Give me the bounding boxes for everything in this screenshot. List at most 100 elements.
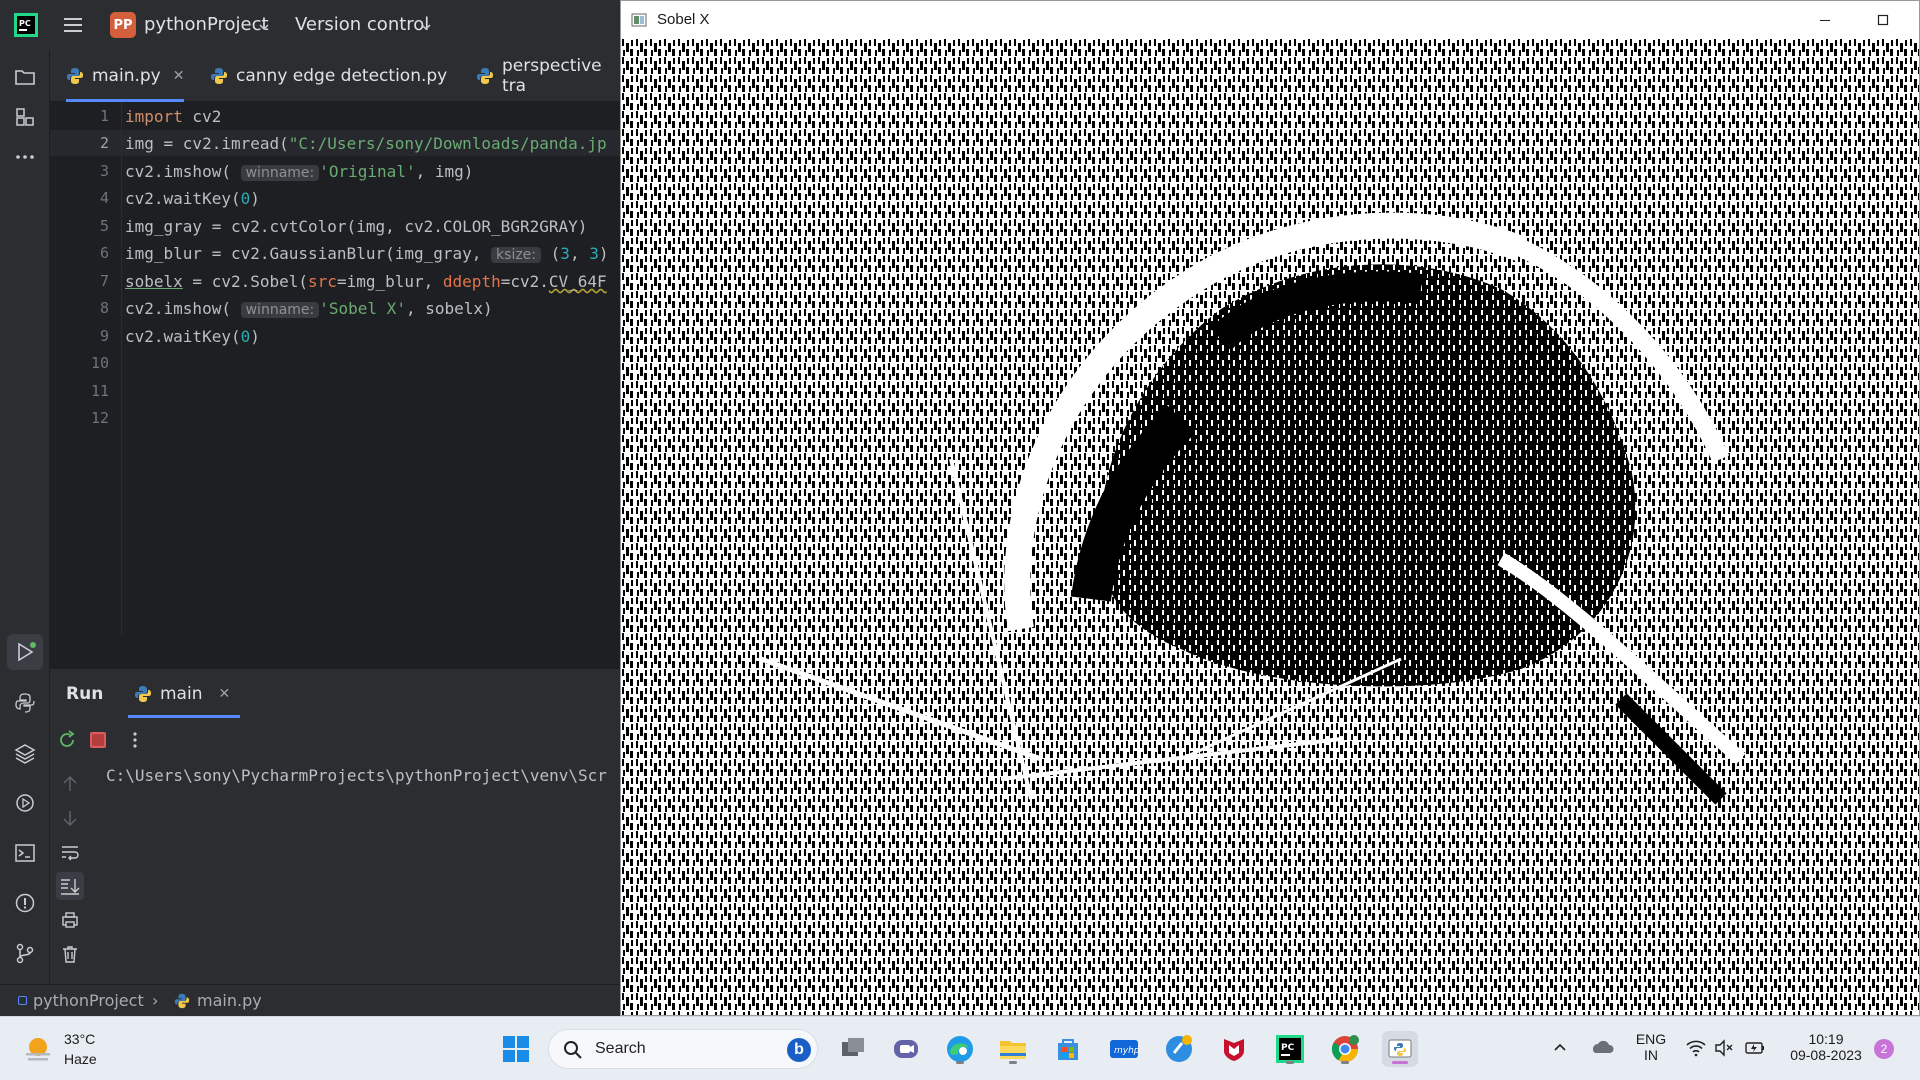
weather-haze-icon[interactable]	[22, 1033, 54, 1065]
python-window-icon[interactable]	[1382, 1031, 1418, 1067]
git-branch-icon[interactable]	[10, 938, 40, 968]
clock[interactable]: 10:19 09-08-2023	[1780, 1031, 1872, 1063]
file-explorer-icon[interactable]	[995, 1031, 1031, 1067]
layers-icon[interactable]	[10, 738, 40, 768]
project-name[interactable]: pythonProject	[144, 14, 269, 35]
folder-icon[interactable]	[10, 62, 40, 92]
task-view-icon[interactable]	[835, 1031, 871, 1067]
arrow-up-icon[interactable]	[60, 774, 80, 798]
clock-time: 10:19	[1808, 1031, 1844, 1047]
run-console[interactable]: C:\Users\sony\PycharmProjects\pythonProj…	[92, 760, 620, 984]
close-icon[interactable]: ✕	[173, 68, 185, 84]
breadcrumb-file[interactable]: main.py	[197, 991, 262, 1010]
chevron-up-icon[interactable]	[1552, 1039, 1568, 1060]
active-indicator	[1392, 1061, 1408, 1064]
breadcrumb-project[interactable]: pythonProject	[33, 991, 144, 1010]
parameter-hint: ksize:	[491, 247, 542, 263]
code-token: cv2.imshow(	[125, 299, 231, 318]
weather-description[interactable]: Haze	[64, 1051, 97, 1067]
tab-label: canny edge detection.py	[236, 66, 448, 86]
tab-canny-edge-detection[interactable]: canny edge detection.py	[210, 50, 447, 102]
running-indicator	[956, 1061, 964, 1064]
volume-muted-icon[interactable]	[1714, 1039, 1734, 1062]
battery-icon[interactable]	[1744, 1039, 1766, 1062]
code-token: =img_blur,	[336, 272, 443, 291]
main-menu-icon[interactable]	[62, 14, 84, 36]
more-icon[interactable]	[10, 142, 40, 172]
code-token: import	[125, 107, 183, 126]
wifi-icon[interactable]	[1686, 1039, 1706, 1062]
chrome-icon[interactable]	[1327, 1031, 1363, 1067]
version-control-menu[interactable]: Version control	[295, 14, 429, 35]
pycharm-logo-icon[interactable]: PC	[14, 13, 38, 37]
structure-icon[interactable]	[10, 102, 40, 132]
run-tab-main[interactable]: main ✕	[127, 670, 241, 718]
minimize-button[interactable]	[1797, 1, 1853, 39]
breadcrumb-separator-icon: ›	[152, 991, 159, 1010]
terminal-icon[interactable]	[10, 838, 40, 868]
notification-badge[interactable]: 2	[1874, 1039, 1894, 1059]
myhp-icon[interactable]: myhp	[1106, 1031, 1142, 1067]
teams-chat-icon[interactable]	[888, 1031, 924, 1067]
soft-wrap-icon[interactable]	[60, 842, 80, 866]
trash-icon[interactable]	[60, 944, 80, 968]
line-number: 3	[99, 162, 109, 180]
close-icon[interactable]: ✕	[218, 686, 230, 702]
code-line-2: img = cv2.imread("C:/Users/sony/Download…	[125, 134, 607, 153]
edge-browser-icon[interactable]	[942, 1031, 978, 1067]
sobel-image	[621, 39, 1919, 1015]
hp-support-icon[interactable]	[1161, 1031, 1197, 1067]
bing-icon[interactable]: b	[787, 1038, 811, 1062]
tab-perspective-transform[interactable]: perspective tra	[476, 50, 620, 102]
mcafee-icon[interactable]	[1216, 1031, 1252, 1067]
python-file-icon	[66, 67, 84, 85]
svg-text:PC: PC	[1281, 1043, 1295, 1053]
weather-temperature[interactable]: 33°C	[64, 1031, 95, 1047]
microsoft-store-icon[interactable]	[1050, 1031, 1086, 1067]
code-token: ddepth	[442, 272, 501, 291]
pycharm-taskbar-icon[interactable]: PC	[1272, 1031, 1308, 1067]
console-output-line: C:\Users\sony\PycharmProjects\pythonProj…	[106, 766, 607, 785]
sobel-window-titlebar[interactable]: Sobel X	[621, 1, 1919, 39]
line-number-gutter: 1 2 3 4 5 6 7 8 9 10 11 12	[50, 102, 122, 635]
windows-start-icon[interactable]	[498, 1031, 534, 1067]
more-vertical-icon[interactable]	[124, 729, 146, 751]
rerun-icon[interactable]	[56, 729, 78, 751]
project-avatar[interactable]: PP	[110, 12, 136, 38]
taskbar-search-input[interactable]: Search b	[548, 1029, 818, 1069]
chevron-down-icon[interactable]	[420, 18, 432, 31]
code-token: sobelx	[125, 272, 183, 291]
code-token: , sobelx)	[405, 299, 493, 318]
tab-main-py[interactable]: main.py ✕	[66, 50, 185, 102]
language-indicator[interactable]: ENG IN	[1634, 1031, 1668, 1063]
editor-tabs: main.py ✕ canny edge detection.py perspe…	[50, 50, 620, 102]
code-token: (	[541, 244, 561, 263]
code-line-3: cv2.imshow( winname: 'Original', img)	[125, 162, 473, 181]
code-token: 0	[240, 327, 251, 346]
code-editor[interactable]: 1 2 3 4 5 6 7 8 9 10 11 12 import cv2 im…	[50, 102, 620, 635]
python-console-icon[interactable]	[10, 688, 40, 718]
line-number: 4	[99, 189, 109, 207]
stop-button[interactable]	[90, 732, 106, 748]
line-number: 5	[99, 217, 109, 235]
code-token: ,	[569, 244, 590, 263]
scroll-to-end-icon[interactable]	[56, 872, 84, 900]
code-token: 3	[589, 244, 599, 263]
code-token: img_blur = cv2.GaussianBlur(img_gray,	[125, 244, 492, 263]
run-toolbar	[50, 720, 620, 760]
tool-window-strip	[0, 50, 50, 984]
maximize-button[interactable]	[1855, 1, 1911, 39]
code-token: "C:/Users/sony/Downloads/panda.jp	[288, 134, 607, 153]
line-number: 10	[90, 354, 109, 372]
onedrive-cloud-icon[interactable]	[1590, 1037, 1614, 1062]
run-tool-icon[interactable]	[7, 634, 43, 670]
code-token: 'Sobel X'	[319, 299, 406, 318]
line-number: 6	[99, 244, 109, 262]
arrow-down-icon[interactable]	[60, 808, 80, 832]
problems-icon[interactable]	[10, 888, 40, 918]
chevron-down-icon[interactable]	[258, 18, 270, 31]
running-indicator	[1341, 1061, 1349, 1064]
print-icon[interactable]	[60, 910, 80, 934]
code-token: cv2.imshow(	[125, 162, 231, 181]
services-icon[interactable]	[10, 788, 40, 818]
